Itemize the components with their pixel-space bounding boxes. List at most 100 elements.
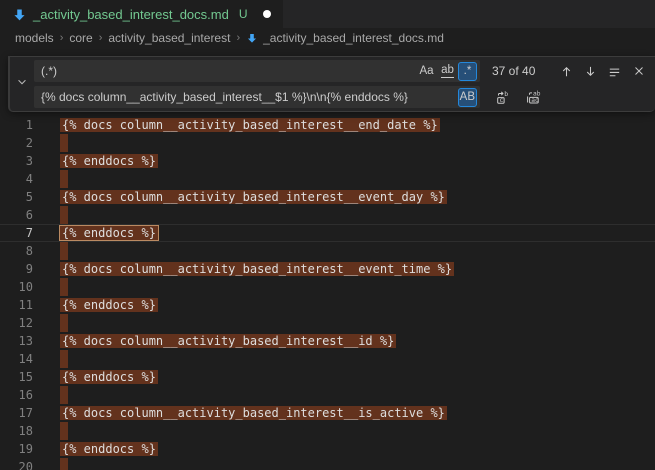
replace-all-button[interactable]: ab ac [522,87,543,108]
code-line-content[interactable]: {% enddocs %} [62,298,158,312]
preserve-case-toggle[interactable]: AB [458,88,477,107]
toggle-replace-button[interactable] [10,57,34,111]
svg-text:ac: ac [531,97,539,104]
line-number: 11 [0,298,33,312]
code-area: 1 {% docs column__activity_based_interest… [0,116,655,470]
find-match-empty-line [60,206,68,224]
code-line-content[interactable]: {% enddocs %} [62,226,158,240]
line-number: 9 [0,262,33,276]
replace-buttons: b c ab ac [492,87,543,108]
code-line: 6 [0,206,655,224]
code-line-content[interactable] [62,350,68,368]
line-number: 3 [0,154,33,168]
find-row: (.*) Aa ab .* 37 of 40 [34,60,649,82]
whole-word-toggle[interactable]: ab [437,62,458,81]
chevron-down-icon [16,75,28,93]
code-line-content[interactable] [62,314,68,332]
vscode-window: _activity_based_interest_docs.md U model… [0,0,655,470]
code-line-content[interactable] [62,422,68,440]
replace-one-button[interactable]: b c [492,87,513,108]
find-match-empty-line [60,278,68,296]
match-case-toggle[interactable]: Aa [416,62,437,81]
next-match-button[interactable] [580,61,601,82]
breadcrumb-separator: › [234,32,242,44]
find-match[interactable]: {% docs column__activity_based_interest_… [60,406,447,420]
code-line-content[interactable] [62,278,68,296]
code-line: 9 {% docs column__activity_based_interest… [0,260,655,278]
find-match[interactable]: {% docs column__activity_based_interest_… [60,118,440,132]
code-line-content[interactable] [62,242,68,260]
find-in-selection-button[interactable] [604,61,625,82]
code-line: 13 {% docs column__activity_based_interes… [0,332,655,350]
code-line: 7{% enddocs %} [0,224,655,242]
code-line-content[interactable]: {% enddocs %} [62,442,158,456]
code-line-content[interactable]: {% docs column__activity_based_interest_… [62,118,440,132]
line-number: 13 [0,334,33,348]
line-number: 14 [0,352,33,366]
line-number: 8 [0,244,33,258]
code-line: 16 [0,386,655,404]
find-nav-buttons [556,61,649,82]
breadcrumb: models›core›activity_based_interest›_act… [0,28,655,48]
find-match[interactable]: {% docs column__activity_based_interest_… [60,190,447,204]
code-line: 3 {% enddocs %} [0,152,655,170]
breadcrumb-item[interactable]: activity_based_interest [108,31,230,45]
code-line-content[interactable]: {% docs column__activity_based_interest_… [62,190,447,204]
code-line-content[interactable] [62,458,68,470]
unsaved-changes-dot[interactable] [263,10,271,18]
code-line-content[interactable] [62,134,68,152]
breadcrumb-file-label: _activity_based_interest_docs.md [263,31,444,45]
code-line: 19 {% enddocs %} [0,440,655,458]
editor: (.*) Aa ab .* 37 of 40 [0,48,655,470]
line-number: 2 [0,136,33,150]
code-line-content[interactable]: {% enddocs %} [62,370,158,384]
find-match-empty-line [60,314,68,332]
code-line: 15{% enddocs %} [0,368,655,386]
close-icon[interactable] [628,61,649,82]
find-input[interactable]: (.*) Aa ab .* [34,60,480,82]
previous-match-button[interactable] [556,61,577,82]
regex-toggle[interactable]: .* [458,62,477,81]
markdown-file-icon [12,7,27,22]
code-line: 18 [0,422,655,440]
breadcrumb-item[interactable]: models [15,31,54,45]
find-replace-widget: (.*) Aa ab .* 37 of 40 [8,56,655,112]
code-line-content[interactable]: {% docs column__activity_based_interest_… [62,262,454,276]
code-line: 2 [0,134,655,152]
code-line-content[interactable] [62,170,68,188]
code-line: 1 {% docs column__activity_based_interest… [0,116,655,134]
find-match[interactable]: {% enddocs %} [60,298,158,312]
svg-text:b: b [504,90,508,98]
line-number: 19 [0,442,33,456]
breadcrumb-item[interactable]: core [69,31,92,45]
find-match[interactable]: {% docs column__activity_based_interest_… [60,262,454,276]
find-match[interactable]: {% docs column__activity_based_interest_… [60,334,396,348]
find-match-empty-line [60,458,68,470]
git-status-badge: U [239,7,248,21]
current-find-match[interactable]: {% enddocs %} [60,226,158,240]
replace-input-value: {% docs column__activity_based_interest_… [41,90,458,104]
code-line: 10 [0,278,655,296]
replace-input[interactable]: {% docs column__activity_based_interest_… [34,86,480,108]
svg-text:c: c [499,96,503,104]
line-number: 1 [0,118,33,132]
find-match[interactable]: {% enddocs %} [60,154,158,168]
code-line-content[interactable]: {% enddocs %} [62,154,158,168]
find-match[interactable]: {% enddocs %} [60,442,158,456]
breadcrumb-item-file[interactable]: _activity_based_interest_docs.md [246,31,444,45]
code-line-content[interactable] [62,386,68,404]
find-input-value: (.*) [41,64,416,78]
code-line-content[interactable]: {% docs column__activity_based_interest_… [62,334,396,348]
find-match[interactable]: {% enddocs %} [60,370,158,384]
code-line: 11 {% enddocs %} [0,296,655,314]
find-match-empty-line [60,242,68,260]
code-line-content[interactable] [62,206,68,224]
line-number: 10 [0,280,33,294]
replace-row: {% docs column__activity_based_interest_… [34,86,649,108]
find-match-empty-line [60,170,68,188]
code-line-content[interactable]: {% docs column__activity_based_interest_… [62,406,447,420]
code-line: 14 [0,350,655,368]
tab-active-file[interactable]: _activity_based_interest_docs.md U [0,0,283,28]
find-match-empty-line [60,422,68,440]
code-line: 4 [0,170,655,188]
